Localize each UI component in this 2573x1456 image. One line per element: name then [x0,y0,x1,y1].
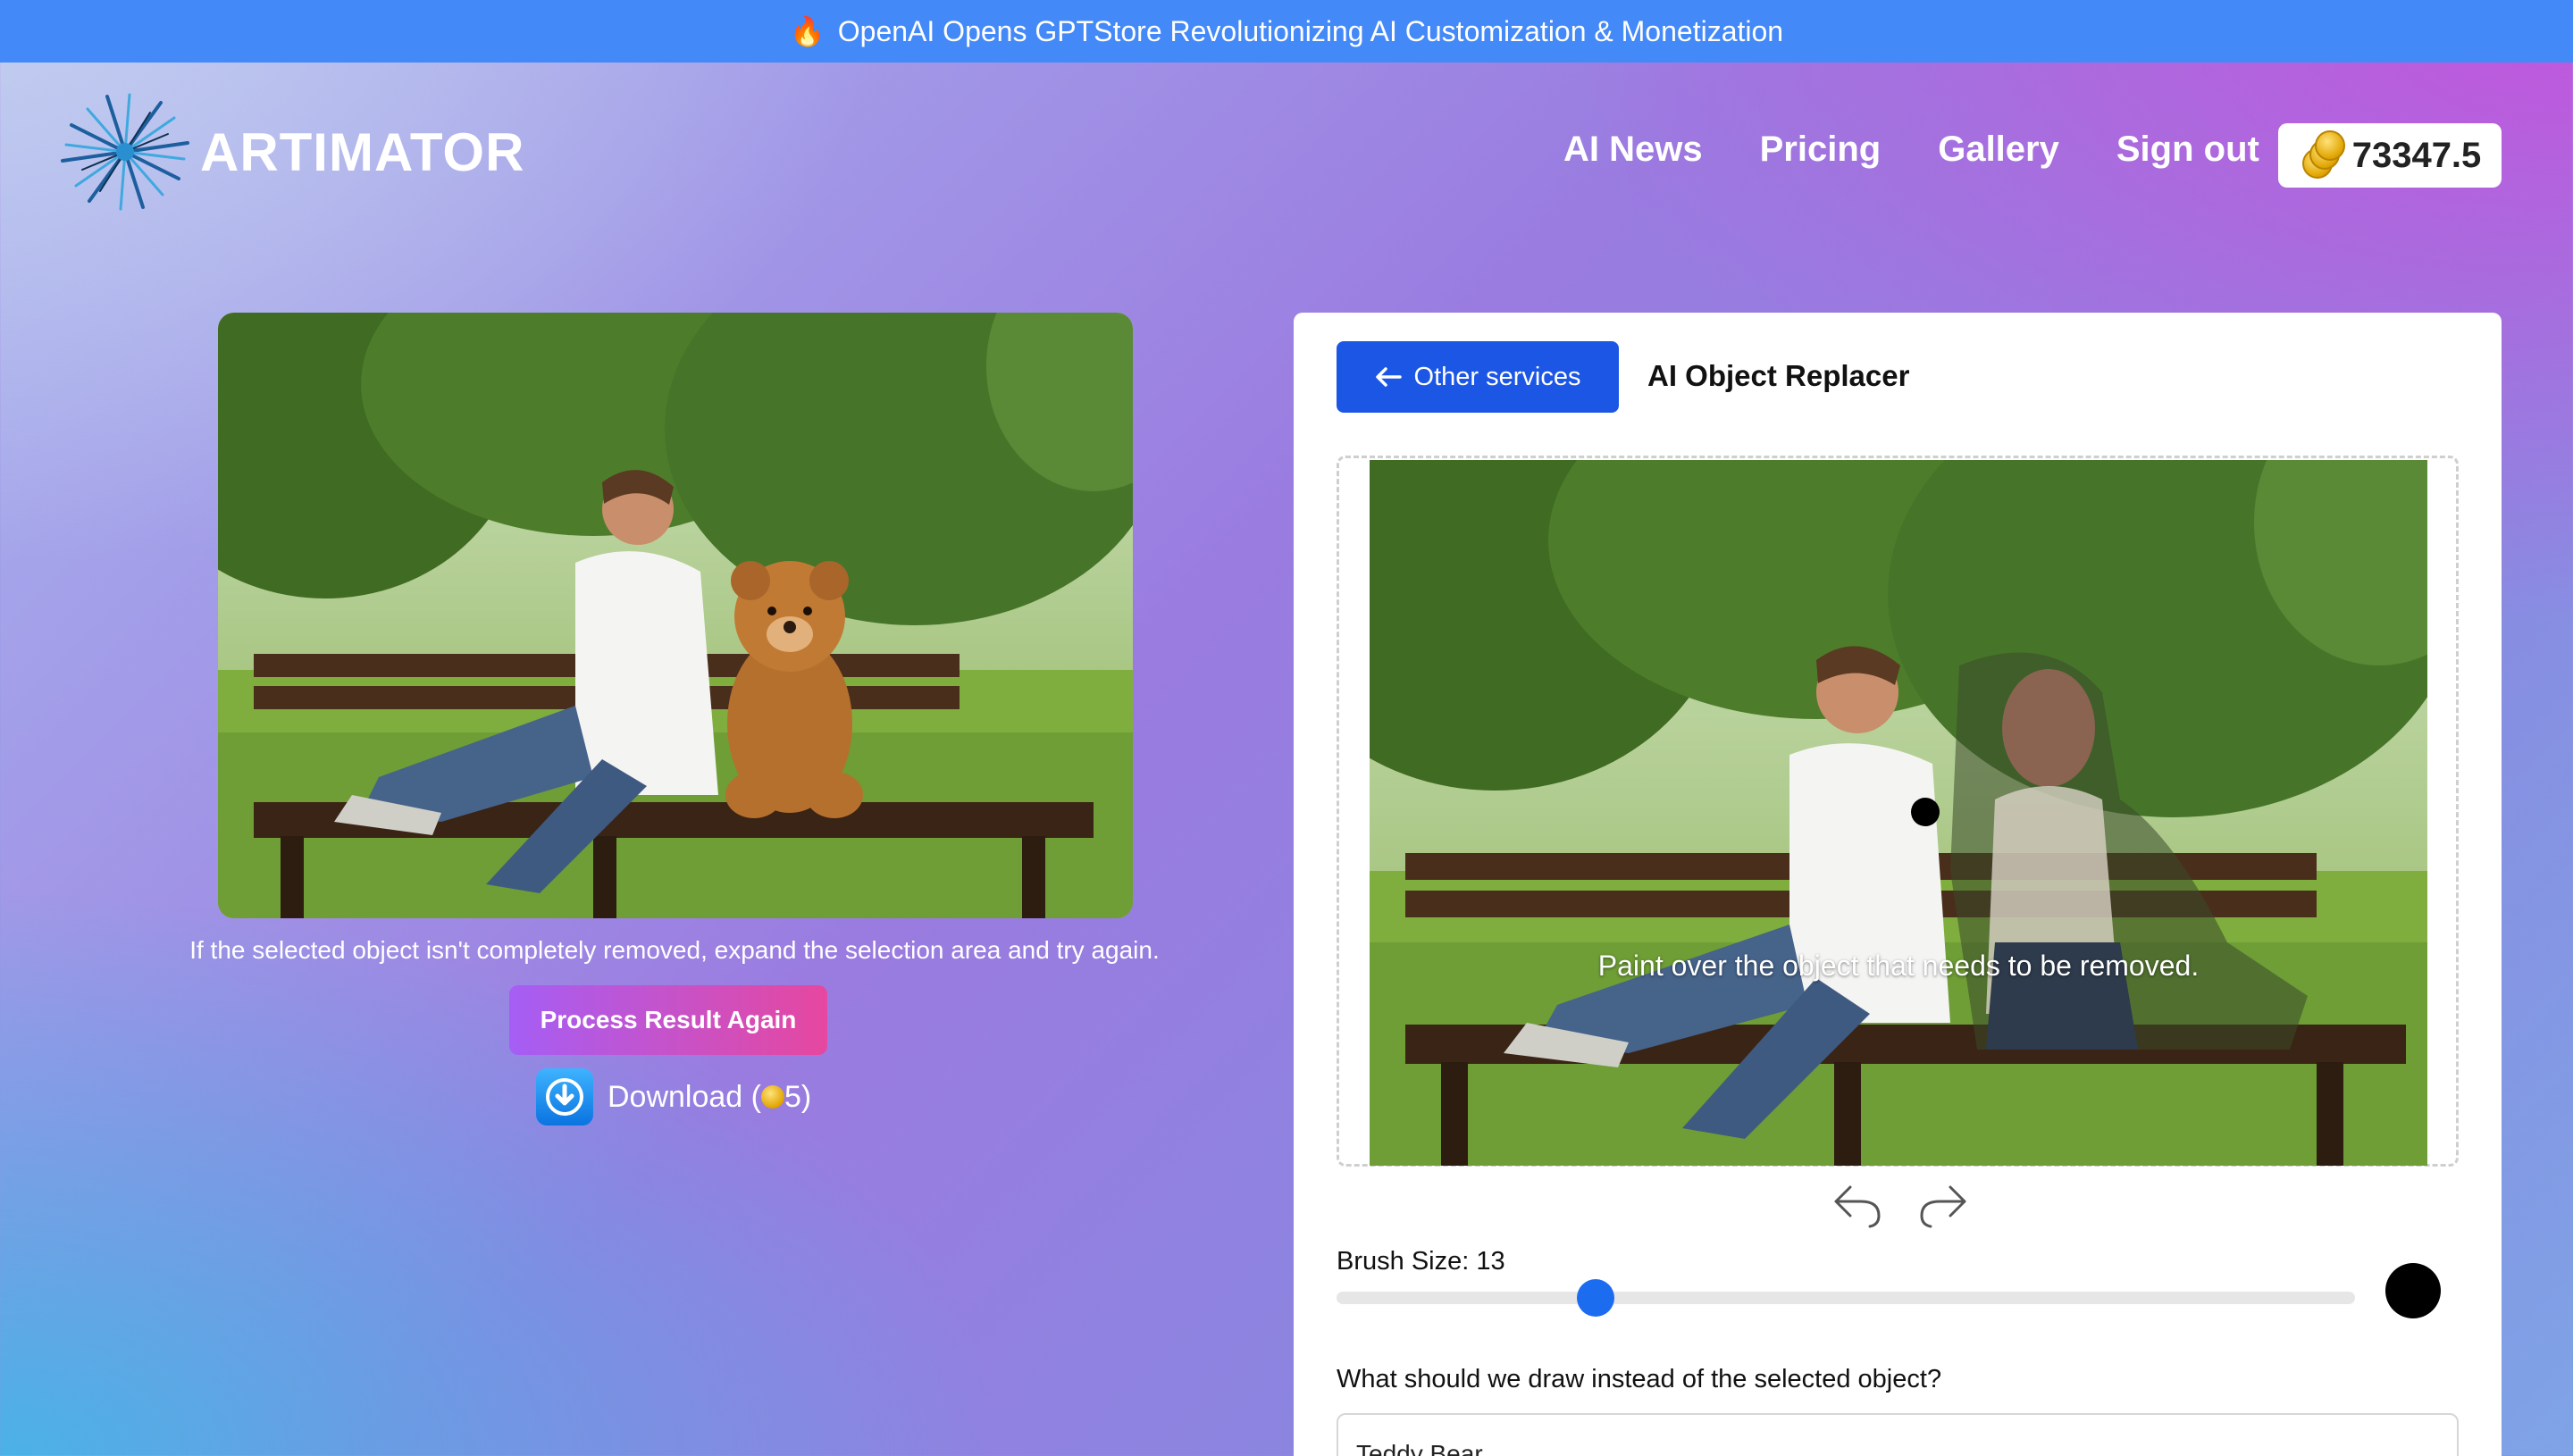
brand-name: ARTIMATOR [200,121,525,182]
credits-value: 73347.5 [2351,135,2482,175]
announcement-bar[interactable]: 🔥 OpenAI Opens GPTStore Revolutionizing … [0,0,2573,63]
paint-canvas-area[interactable]: Paint over the object that needs to be r… [1337,456,2459,1167]
other-services-button[interactable]: Other services [1337,341,1619,413]
undo-button[interactable] [1830,1177,1885,1233]
coin-icon [760,1085,784,1109]
other-services-label: Other services [1413,362,1581,391]
download-button[interactable]: Download ( 5) [536,1068,811,1125]
brush-size-slider[interactable] [1337,1279,2355,1317]
slider-thumb[interactable] [1576,1279,1614,1317]
nav-ai-news[interactable]: AI News [1563,130,1703,170]
brush-size-label: Brush Size: 13 [1337,1247,1505,1276]
logo[interactable]: ARTIMATOR [54,89,524,214]
nav-sign-out[interactable]: Sign out [2116,130,2259,170]
coins-icon [2299,130,2345,180]
paint-canvas[interactable]: Paint over the object that needs to be r… [1370,460,2427,1166]
replacement-prompt-label: What should we draw instead of the selec… [1337,1365,1942,1393]
download-cost: 5) [784,1079,812,1114]
download-icon [536,1068,593,1125]
slider-track[interactable] [1337,1292,2355,1304]
credits-balance[interactable]: 73347.5 [2278,123,2502,188]
replacement-prompt-input[interactable]: Teddy Bear [1337,1413,2459,1456]
redo-icon [1920,1185,1966,1228]
undo-icon [1834,1185,1881,1228]
brush-cursor [1911,798,1940,826]
object-replacer-card: Other services AI Object Replacer Paint … [1294,313,2502,1456]
main-nav: AI News Pricing Gallery Sign out [1563,130,2259,170]
download-label: Download ( [608,1079,761,1114]
fire-icon: 🔥 [789,15,826,47]
history-controls [1830,1177,1971,1233]
result-hint: If the selected object isn't completely … [189,936,1160,964]
brush-preview [2385,1263,2441,1318]
process-again-button[interactable]: Process Result Again [509,985,827,1055]
paint-hint: Paint over the object that needs to be r… [1597,950,2200,982]
arrow-left-icon [1375,367,1402,387]
nav-gallery[interactable]: Gallery [1938,130,2059,170]
tool-title: AI Object Replacer [1647,359,1910,392]
nav-pricing[interactable]: Pricing [1760,130,1882,170]
logo-starburst-icon [61,93,189,211]
result-image [218,313,1133,918]
announcement-text: OpenAI Opens GPTStore Revolutionizing AI… [837,14,1784,47]
redo-button[interactable] [1915,1177,1971,1233]
